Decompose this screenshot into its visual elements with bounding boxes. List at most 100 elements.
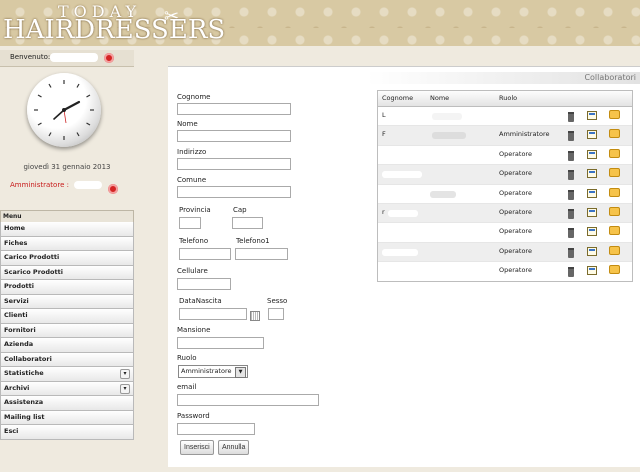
- current-date: giovedì 31 gennaio 2013: [23, 163, 111, 171]
- menu-item-assistenza[interactable]: Assistenza: [0, 396, 134, 411]
- table-row[interactable]: Operatore: [378, 165, 632, 185]
- table-row[interactable]: Operatore: [378, 185, 632, 204]
- telefono-label: Telefono: [179, 237, 209, 245]
- comune-input[interactable]: [177, 186, 291, 198]
- dropdown-arrow-icon[interactable]: ▼: [235, 367, 246, 378]
- menu-item-fiches[interactable]: Fiches: [0, 236, 134, 251]
- cellulare-input[interactable]: [177, 278, 231, 290]
- telefono1-label: Telefono1: [236, 237, 270, 245]
- edit-icon[interactable]: [587, 188, 597, 198]
- sidebar-menu: Menu Home Fiches Carico Prodotti Scarico…: [0, 210, 134, 440]
- datanascita-input[interactable]: [179, 308, 247, 320]
- email-input[interactable]: [177, 394, 319, 406]
- panel-title: Collaboratori: [584, 73, 636, 82]
- ruolo-select[interactable]: Amministratore ▼: [178, 365, 248, 378]
- edit-icon[interactable]: [587, 227, 597, 237]
- scissors-icon: ✂: [164, 6, 180, 27]
- edit-icon[interactable]: [587, 207, 597, 217]
- edit-icon[interactable]: [587, 111, 597, 120]
- menu-item-azienda[interactable]: Azienda: [0, 338, 134, 353]
- edit-icon[interactable]: [587, 149, 597, 159]
- mail-icon[interactable]: [609, 129, 620, 139]
- cell-nome-redacted: [430, 190, 456, 198]
- trash-icon[interactable]: [568, 228, 574, 239]
- admin-role-label: Amministratore :: [10, 181, 69, 189]
- mail-icon[interactable]: [609, 148, 620, 158]
- mail-icon[interactable]: [609, 245, 620, 255]
- telefono-input[interactable]: [179, 248, 231, 260]
- cap-label: Cap: [233, 206, 247, 214]
- trash-icon[interactable]: [568, 247, 574, 258]
- telefono1-input[interactable]: [235, 248, 288, 260]
- column-header-ruolo[interactable]: Ruolo: [499, 94, 517, 102]
- edit-icon[interactable]: [587, 266, 597, 276]
- trash-icon[interactable]: [568, 150, 574, 161]
- trash-icon[interactable]: [568, 170, 574, 181]
- menu-item-prodotti[interactable]: Prodotti: [0, 280, 134, 295]
- trash-icon[interactable]: [568, 189, 574, 200]
- menu-item-carico-prodotti[interactable]: Carico Prodotti: [0, 251, 134, 266]
- menu-item-fornitori[interactable]: Fornitori: [0, 323, 134, 338]
- menu-item-statistiche[interactable]: Statistiche ▾: [0, 367, 134, 382]
- panel-title-bar: Collaboratori: [367, 72, 640, 84]
- mail-icon[interactable]: [609, 265, 620, 275]
- nome-input[interactable]: [177, 130, 291, 142]
- provincia-input[interactable]: [179, 217, 201, 229]
- welcome-bar: Benvenuto:: [0, 50, 134, 67]
- mail-icon[interactable]: [609, 226, 620, 236]
- menu-item-clienti[interactable]: Clienti: [0, 309, 134, 324]
- mail-icon[interactable]: [609, 168, 620, 178]
- table-row[interactable]: F Amministratore: [378, 126, 632, 146]
- mail-icon[interactable]: [609, 187, 620, 197]
- table-row[interactable]: Operatore: [378, 146, 632, 166]
- email-label: email: [177, 383, 197, 391]
- menu-item-label: Fiches: [4, 238, 28, 247]
- table-row[interactable]: L: [378, 107, 632, 127]
- password-input[interactable]: [177, 423, 255, 435]
- table-row[interactable]: Operatore: [378, 262, 632, 280]
- menu-item-esci[interactable]: Esci: [0, 425, 134, 440]
- mail-icon[interactable]: [609, 206, 620, 216]
- edit-icon[interactable]: [587, 130, 597, 140]
- trash-icon[interactable]: [568, 112, 574, 122]
- table-row[interactable]: Operatore: [378, 223, 632, 243]
- chevron-down-icon[interactable]: ▾: [120, 383, 130, 394]
- inserisci-button[interactable]: Inserisci: [180, 440, 214, 455]
- cell-cognome: F: [382, 130, 386, 139]
- menu-item-mailing-list[interactable]: Mailing list: [0, 410, 134, 425]
- column-header-nome[interactable]: Nome: [430, 94, 449, 102]
- mansione-input[interactable]: [177, 337, 264, 349]
- menu-item-home[interactable]: Home: [0, 222, 134, 237]
- cell-nome-redacted: [432, 113, 462, 120]
- edit-icon[interactable]: [587, 246, 597, 256]
- analog-clock: [27, 73, 101, 147]
- column-header-cognome[interactable]: Cognome: [382, 94, 413, 102]
- menu-item-label: Carico Prodotti: [4, 253, 60, 261]
- welcome-label: Benvenuto:: [10, 53, 51, 61]
- header-banner: TODAY HAIRDRESSERS ✂: [0, 0, 640, 46]
- table-row[interactable]: Operatore: [378, 242, 632, 263]
- menu-item-archivi[interactable]: Archivi ▾: [0, 381, 134, 396]
- cognome-input[interactable]: [177, 103, 291, 115]
- logout-icon[interactable]: [104, 53, 114, 63]
- indirizzo-input[interactable]: [177, 158, 291, 170]
- annulla-button[interactable]: Annulla: [218, 440, 250, 455]
- trash-icon[interactable]: [568, 131, 574, 142]
- admin-logout-icon[interactable]: [108, 184, 118, 194]
- sesso-input[interactable]: [268, 308, 284, 320]
- calendar-icon[interactable]: [250, 311, 260, 321]
- table-row[interactable]: r Operatore: [378, 203, 632, 224]
- menu-item-scarico-prodotti[interactable]: Scarico Prodotti: [0, 265, 134, 280]
- menu-item-collaboratori[interactable]: Collaboratori: [0, 352, 134, 367]
- menu-item-servizi[interactable]: Servizi: [0, 294, 134, 309]
- edit-icon[interactable]: [587, 169, 597, 179]
- chevron-down-icon[interactable]: ▾: [120, 369, 130, 379]
- menu-item-label: Prodotti: [4, 282, 34, 290]
- trash-icon[interactable]: [568, 208, 574, 219]
- cap-input[interactable]: [232, 217, 263, 229]
- trash-icon[interactable]: [568, 267, 574, 278]
- cell-ruolo: Amministratore: [499, 130, 550, 139]
- cellulare-label: Cellulare: [177, 267, 208, 275]
- mail-icon[interactable]: [609, 110, 620, 119]
- cell-ruolo: Operatore: [499, 149, 532, 158]
